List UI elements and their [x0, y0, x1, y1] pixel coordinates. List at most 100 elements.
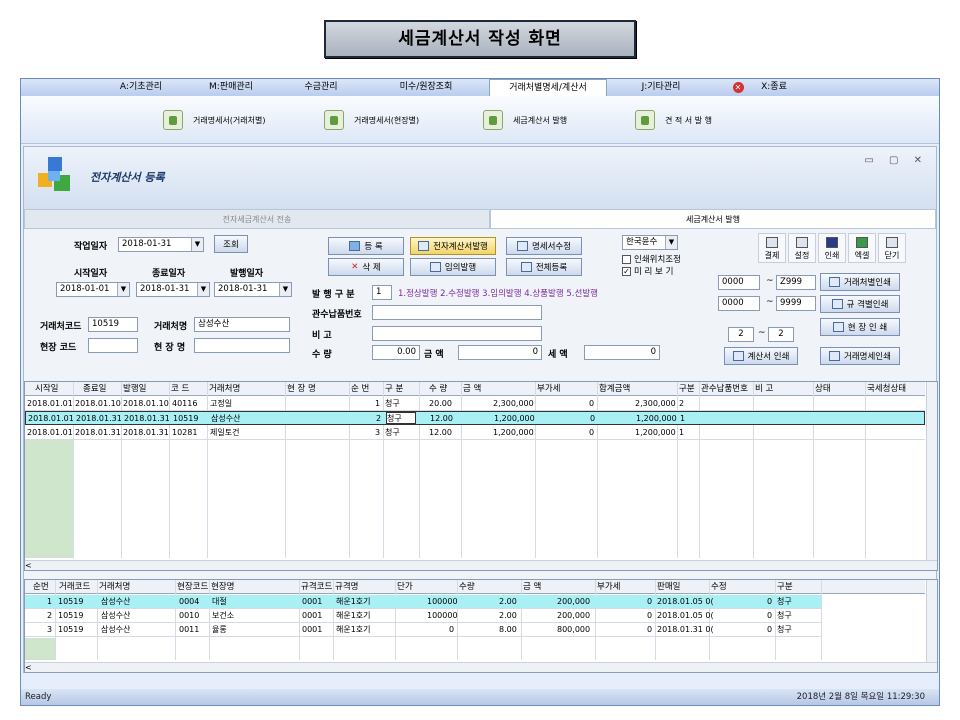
detail-grid: 순번 거래코드 거래처명 현장코드 현장명 규격코드 규격명 단가 수량 금 액… — [24, 579, 938, 673]
remark-label: 비 고 — [312, 331, 332, 341]
grid-row-marker — [25, 440, 73, 558]
start-date-select[interactable]: 2018-01-01 ▼ — [56, 282, 130, 297]
tax-label: 세 액 — [548, 350, 568, 360]
range2-to-input[interactable]: 9999 — [776, 296, 816, 311]
print-position-checkbox[interactable]: 인쇄위치조정 — [622, 253, 681, 265]
remark-input[interactable] — [372, 326, 542, 341]
full-register-button[interactable]: 전체등록 — [506, 258, 582, 276]
print-by-spec-button[interactable]: 규 격별인쇄 — [820, 295, 900, 313]
site-code-input[interactable] — [88, 338, 138, 353]
amount-input[interactable]: 0 — [458, 345, 542, 360]
range2-dash: ~ — [766, 297, 774, 307]
slide-title: 세금계산서 작성 화면 — [324, 20, 636, 58]
exit-door-icon — [886, 237, 898, 248]
window-controls[interactable]: ▭ ▢ ✕ — [864, 155, 928, 166]
ribbon-tax-invoice[interactable]: 세금계산서 발행 — [483, 108, 567, 132]
horizontal-scrollbar[interactable]: < — [25, 560, 937, 570]
print-by-site-button[interactable]: 현 장 인 쇄 — [820, 318, 900, 336]
site-code-label: 현장 코드 — [40, 343, 77, 353]
issue-type-input[interactable]: 1 — [372, 285, 392, 300]
app-window: A:기초관리 M:판매관리 수금관리 미수/원장조회 거래처별명세/계산서 J:… — [20, 78, 940, 706]
cust-name-label: 거래처명 — [154, 322, 188, 332]
page-to-input[interactable]: 2 — [768, 327, 794, 342]
detail-row[interactable]: 2 10519 삼성수산 0010 보건소 0001 해운1호기 100000 … — [25, 609, 821, 623]
vertical-scrollbar[interactable] — [926, 580, 937, 662]
menu-bar: A:기초관리 M:판매관리 수금관리 미수/원장조회 거래처별명세/계산서 J:… — [21, 79, 939, 97]
print-by-customer-button[interactable]: 거래처별인쇄 — [820, 273, 900, 291]
horizontal-scrollbar[interactable]: < — [25, 662, 937, 672]
excel-button[interactable]: 엑셀 — [848, 233, 876, 263]
amount-label: 금 액 — [424, 350, 444, 360]
document-icon — [324, 110, 344, 130]
work-date-label: 작업일자 — [74, 242, 108, 252]
cust-name-input[interactable]: 삼성수산 — [194, 317, 290, 332]
preview-checkbox[interactable]: ✓ 미 리 보 기 — [622, 265, 673, 277]
close-app-icon[interactable]: ✕ — [731, 79, 745, 96]
register-button[interactable]: 등 록 — [328, 237, 404, 255]
tab-e-invoice-send[interactable]: 전자세금계산서 전송 — [24, 209, 490, 229]
menu-receivable[interactable]: 미수/원장조회 — [381, 79, 471, 96]
invoice-grid-header: 시작일 종료일 발행일 코 드 거래처명 현 장 명 순 번 구 분 수 량 금… — [25, 382, 925, 396]
table-row[interactable]: 2018.01.01 2018.01.10 2018.01.10 40116 고… — [25, 397, 925, 411]
cust-code-label: 거래처코드 — [40, 322, 82, 332]
print-icon — [831, 299, 843, 309]
toolbar: 결제 설정 인쇄 엑셀 닫기 — [758, 233, 908, 263]
print-icon — [829, 351, 841, 361]
range2-from-input[interactable]: 0000 — [718, 296, 760, 311]
detail-row-selected[interactable]: 1 10519 삼성수산 0004 대절 0001 해운1호기 100000 2… — [25, 595, 821, 609]
e-invoice-issue-button[interactable]: 전자계산서발행 — [410, 237, 496, 255]
printer-icon — [826, 237, 838, 248]
chevron-down-icon: ▼ — [279, 283, 291, 296]
cust-code-input[interactable]: 10519 — [88, 317, 138, 332]
menu-etc[interactable]: J:기타관리 — [631, 79, 691, 96]
chevron-down-icon: ▼ — [191, 238, 203, 251]
delete-button[interactable]: ✕ 삭 제 — [328, 258, 404, 276]
detail-grid-header: 순번 거래코드 거래처명 현장코드 현장명 규격코드 규격명 단가 수량 금 액… — [25, 580, 925, 594]
site-name-input[interactable] — [194, 338, 290, 353]
settings-button[interactable]: 설정 — [788, 233, 816, 263]
vertical-scrollbar[interactable] — [926, 382, 937, 560]
menu-exit[interactable]: X:종료 — [749, 79, 799, 96]
document-icon — [163, 110, 183, 130]
statement-print-button[interactable]: 거래명세인쇄 — [820, 347, 900, 365]
invoice-icon — [429, 262, 441, 272]
document-icon — [635, 110, 655, 130]
menu-sales[interactable]: M:판매관리 — [201, 79, 261, 96]
grid-row-marker — [25, 638, 55, 660]
menu-collection[interactable]: 수금관리 — [291, 79, 351, 96]
tab-invoice-issue[interactable]: 세금계산서 발행 — [490, 209, 936, 229]
close-button[interactable]: 닫기 — [878, 233, 906, 263]
detail-row[interactable]: 3 10519 삼성수산 0011 율롱 0001 해운1호기 0 8.00 8… — [25, 623, 821, 637]
start-date-label: 시작일자 — [74, 269, 108, 279]
currency-select[interactable]: 한국윤수 ▼ — [622, 235, 678, 250]
statement-edit-button[interactable]: 명세서수정 — [506, 237, 582, 255]
issue-date-select[interactable]: 2018-01-31 ▼ — [214, 282, 292, 297]
invoice-print-button[interactable]: 계산서 인쇄 — [724, 347, 798, 365]
ribbon-estimate[interactable]: 견 적 서 발 행 — [635, 108, 712, 132]
ribbon-stmt-customer[interactable]: 거래명세서(거래처별) — [163, 108, 265, 132]
excel-icon — [856, 237, 868, 248]
qty-input[interactable]: 0.00 — [372, 345, 420, 360]
status-bar: Ready 2018년 2월 8일 목요일 11:29:30 — [21, 689, 939, 705]
payment-button[interactable]: 결제 — [758, 233, 786, 263]
tax-input[interactable]: 0 — [584, 345, 660, 360]
ribbon-stmt-site[interactable]: 거래명세서(현장별) — [324, 108, 419, 132]
menu-basic[interactable]: A:기초관리 — [111, 79, 171, 96]
customs-no-input[interactable] — [372, 305, 542, 320]
payment-icon — [766, 237, 778, 248]
issue-type-legend: 1.정상발행 2.수정발행 3.임의발행 4.상품발행 5.선발행 — [398, 289, 598, 299]
table-row[interactable]: 2018.01.01 2018.01.31 2018.01.31 10281 제… — [25, 426, 925, 440]
menu-statement[interactable]: 거래처별명세/계산서 — [489, 79, 607, 97]
range1-from-input[interactable]: 0000 — [718, 275, 760, 290]
print-button[interactable]: 인쇄 — [818, 233, 846, 263]
voluntary-issue-button[interactable]: 임의발행 — [410, 258, 496, 276]
table-row-selected[interactable]: 2018.01.01 2018.01.31 2018.01.31 10519 삼… — [25, 411, 925, 425]
customs-no-label: 관수납품번호 — [312, 310, 362, 320]
range1-to-input[interactable]: Z999 — [776, 275, 816, 290]
end-date-select[interactable]: 2018-01-31 ▼ — [136, 282, 210, 297]
work-date-select[interactable]: 2018-01-31 ▼ — [118, 237, 204, 252]
tab-bar: 전자세금계산서 전송 세금계산서 발행 — [24, 209, 936, 229]
chevron-down-icon: ▼ — [665, 236, 677, 249]
page-from-input[interactable]: 2 — [728, 327, 754, 342]
query-button[interactable]: 조회 — [214, 235, 248, 253]
